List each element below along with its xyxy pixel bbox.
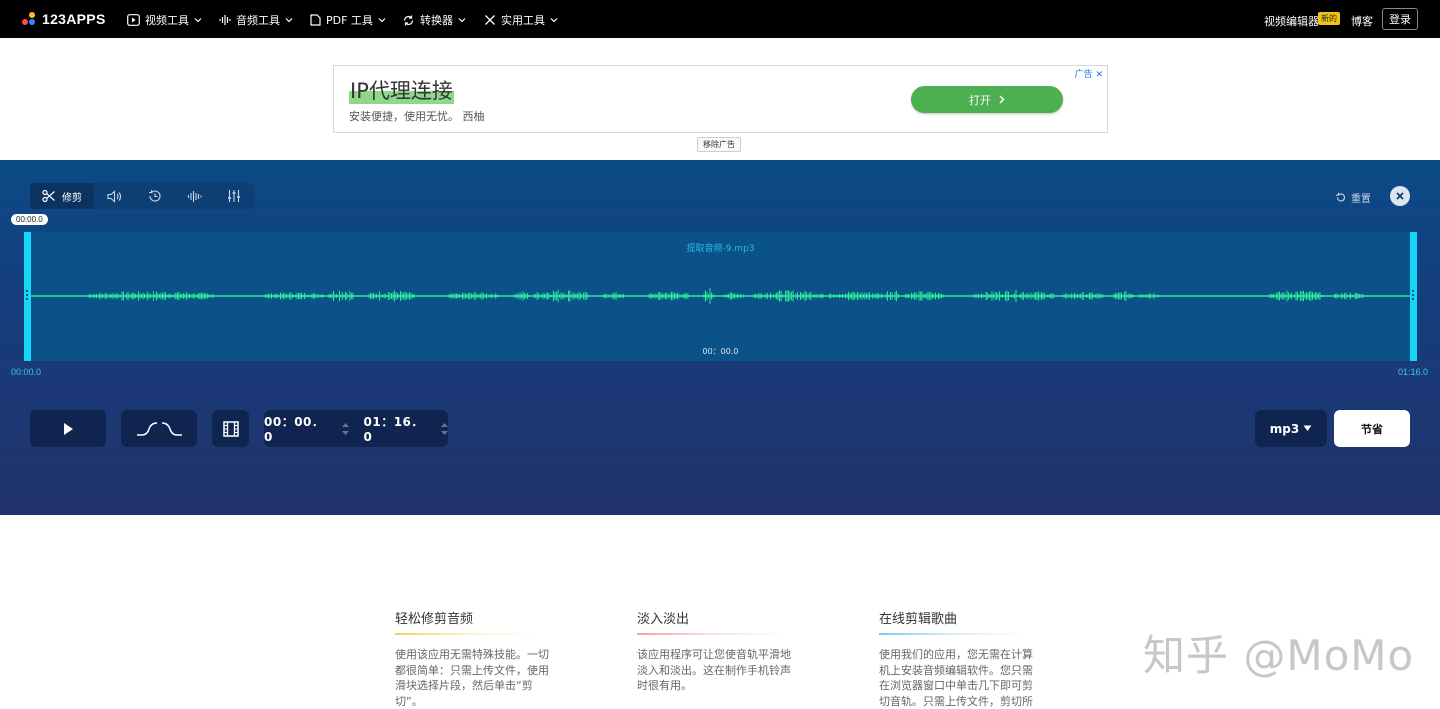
timeline-start-label: 00:00.0 — [11, 367, 42, 377]
document-icon — [310, 14, 321, 26]
caret-up-icon[interactable] — [441, 422, 448, 427]
blog-link[interactable]: 博客 — [1351, 13, 1373, 29]
feature-body: 该应用程序可让您使音轨平滑地淡入和淡出。这在制作手机铃声时很有用。 — [637, 648, 791, 692]
format-value: mp3 — [1269, 421, 1300, 436]
new-badge: 新的 — [1318, 12, 1340, 25]
nav-label: 转换器 — [420, 14, 453, 27]
remove-ad-button[interactable]: 移除广告 — [697, 137, 741, 152]
nav-utilities[interactable]: 实用工具 — [484, 12, 558, 28]
brand-logo[interactable]: 123APPS — [22, 11, 106, 27]
audio-bars-icon — [219, 15, 231, 25]
scissors-icon — [42, 189, 55, 203]
audio-editor: 修剪 重置 00:00.0 提取音频-9.mp3 00：00.0 00:00.0… — [0, 160, 1440, 515]
chevron-down-icon — [194, 18, 202, 23]
nav-pdf-tools[interactable]: PDF 工具 — [310, 12, 386, 28]
reset-label: 重置 — [1351, 194, 1371, 205]
nav-audio-tools[interactable]: 音频工具 — [219, 12, 293, 28]
play-button[interactable] — [30, 410, 106, 447]
nav-label: 视频工具 — [145, 14, 189, 27]
format-select[interactable]: mp3 — [1255, 410, 1327, 447]
caret-up-icon[interactable] — [341, 422, 349, 427]
equalizer-wave-icon — [187, 190, 202, 202]
trim-tool-button[interactable]: 修剪 — [30, 183, 94, 209]
timeline-end-label: 01:16.0 — [1398, 367, 1429, 377]
play-square-icon — [127, 14, 140, 26]
playhead-time: 00:00.0 — [11, 214, 48, 225]
chevron-right-icon — [999, 95, 1005, 104]
chevron-down-icon — [378, 18, 386, 23]
feature-title: 在线剪辑歌曲 — [879, 612, 958, 627]
film-strip-button[interactable] — [212, 410, 249, 447]
save-button[interactable]: 节省 — [1334, 410, 1410, 447]
nav-converters[interactable]: 转换器 — [402, 12, 466, 28]
editor-toolbar: 修剪 — [30, 183, 254, 209]
track-file-name: 提取音频-9.mp3 — [686, 244, 755, 254]
nav-video-tools[interactable]: 视频工具 — [127, 12, 202, 28]
track-position: 00：00.0 — [702, 347, 739, 356]
mixer-sliders-icon — [228, 190, 240, 202]
close-icon — [1396, 192, 1404, 200]
zhihu-watermark: 知乎 @MoMo — [1143, 631, 1415, 680]
ad-title: IP代理连接 — [349, 78, 454, 104]
time-range: 00：00．0 01：16．0 — [264, 410, 448, 447]
nav-label: 音频工具 — [236, 14, 280, 27]
fade-out-icon[interactable] — [161, 421, 183, 437]
caret-down-icon — [1303, 425, 1312, 431]
start-time-stepper[interactable] — [341, 422, 349, 435]
start-time-field[interactable]: 00：00．0 — [264, 413, 333, 444]
feature-body: 使用该应用无需特殊技能。一切都很简单：只需上传文件，使用滑块选择片段，然后单击“… — [395, 648, 549, 708]
volume-tool-button[interactable] — [94, 183, 134, 209]
feature-online-cut: 在线剪辑歌曲 使用我们的应用，您无需在计算机上安装音频编辑软件。您只需在浏览器窗… — [879, 608, 1039, 709]
close-icon[interactable]: ✕ — [1095, 70, 1103, 80]
undo-icon — [1336, 192, 1345, 202]
top-navbar: 123APPS 视频工具 音频工具 PDF 工具 转换器 实用工具 视频编辑器 … — [0, 0, 1440, 38]
feature-title: 淡入淡出 — [637, 612, 690, 627]
feature-fade: 淡入淡出 该应用程序可让您使音轨平滑地淡入和淡出。这在制作手机铃声时很有用。 — [637, 608, 797, 694]
speed-timer-icon — [148, 190, 161, 202]
logo-dots-icon — [22, 12, 36, 26]
reset-button[interactable]: 重置 — [1335, 190, 1371, 205]
feature-underline — [879, 633, 1027, 635]
nav-label: PDF 工具 — [326, 14, 373, 27]
ad-subtitle: 安装便捷，使用无忧。 西柚 — [349, 110, 485, 123]
ad-tag[interactable]: 广告 ✕ — [1075, 67, 1103, 80]
end-time-field[interactable]: 01：16．0 — [364, 413, 433, 444]
feature-underline — [395, 633, 543, 635]
feature-easy-trim: 轻松修剪音频 使用该应用无需特殊技能。一切都很简单：只需上传文件，使用滑块选择片… — [395, 608, 555, 709]
video-editor-link[interactable]: 视频编辑器 — [1264, 13, 1319, 29]
ad-open-button[interactable]: 打开 — [911, 86, 1063, 113]
login-button[interactable]: 登录 — [1382, 8, 1418, 30]
audio-track[interactable]: 提取音频-9.mp3 00：00.0 — [24, 232, 1417, 361]
trim-end-handle[interactable] — [1410, 232, 1417, 361]
fade-controls — [121, 410, 197, 447]
trim-start-handle[interactable] — [24, 232, 31, 361]
feature-underline — [637, 633, 785, 635]
fade-in-icon[interactable] — [136, 421, 158, 437]
ad-tag-label: 广告 — [1074, 70, 1093, 80]
brand-name: 123APPS — [42, 11, 106, 27]
caret-down-icon[interactable] — [441, 430, 448, 435]
grip-icon — [26, 290, 28, 302]
nav-label: 实用工具 — [501, 14, 545, 27]
chevron-down-icon — [458, 18, 466, 23]
chevron-down-icon — [285, 18, 293, 23]
tools-icon — [485, 15, 495, 25]
speed-tool-button[interactable] — [134, 183, 174, 209]
ad-open-label: 打开 — [969, 93, 991, 107]
caret-down-icon[interactable] — [341, 430, 349, 435]
ad-banner[interactable]: IP代理连接 安装便捷，使用无忧。 西柚 打开 广告 ✕ — [333, 65, 1108, 133]
mixer-tool-button[interactable] — [214, 183, 254, 209]
grip-icon — [1412, 290, 1414, 302]
trim-label: 修剪 — [62, 192, 82, 204]
close-editor-button[interactable] — [1390, 186, 1410, 206]
feature-title: 轻松修剪音频 — [395, 612, 474, 627]
volume-icon — [106, 189, 121, 203]
feature-body: 使用我们的应用，您无需在计算机上安装音频编辑软件。您只需在浏览器窗口中单击几下即… — [879, 648, 1033, 708]
film-strip-icon — [222, 420, 239, 437]
chevron-down-icon — [550, 18, 558, 23]
convert-arrows-icon — [403, 15, 414, 25]
end-time-stepper[interactable] — [441, 422, 448, 435]
equalizer-wave-tool-button[interactable] — [174, 183, 214, 209]
play-icon — [64, 422, 73, 435]
